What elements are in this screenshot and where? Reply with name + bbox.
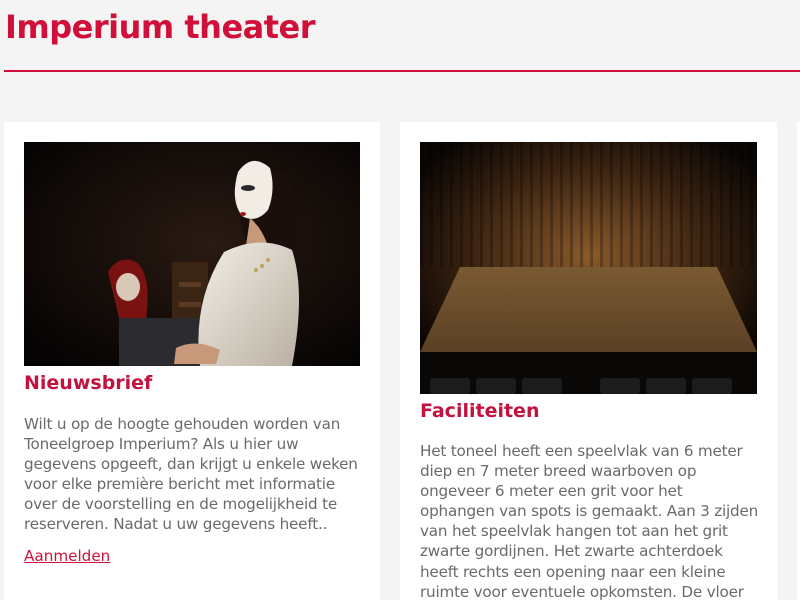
stage-image <box>420 142 757 394</box>
card-text-faciliteiten: Het toneel heeft een speelvlak van 6 met… <box>420 442 759 600</box>
performer-mask-image <box>24 142 360 366</box>
card-faciliteiten: Faciliteiten Het toneel heeft een speelv… <box>400 122 777 600</box>
card-text-nieuwsbrief: Wilt u op de hoogte gehouden worden van … <box>24 415 358 534</box>
page-title: Imperium theater <box>5 8 316 46</box>
card-heading-nieuwsbrief: Nieuwsbrief <box>24 372 153 394</box>
title-divider <box>4 70 800 72</box>
card-nieuwsbrief: Nieuwsbrief Wilt u op de hoogte gehouden… <box>4 122 380 600</box>
aanmelden-link[interactable]: Aanmelden <box>24 547 110 565</box>
card-heading-faciliteiten: Faciliteiten <box>420 400 540 422</box>
